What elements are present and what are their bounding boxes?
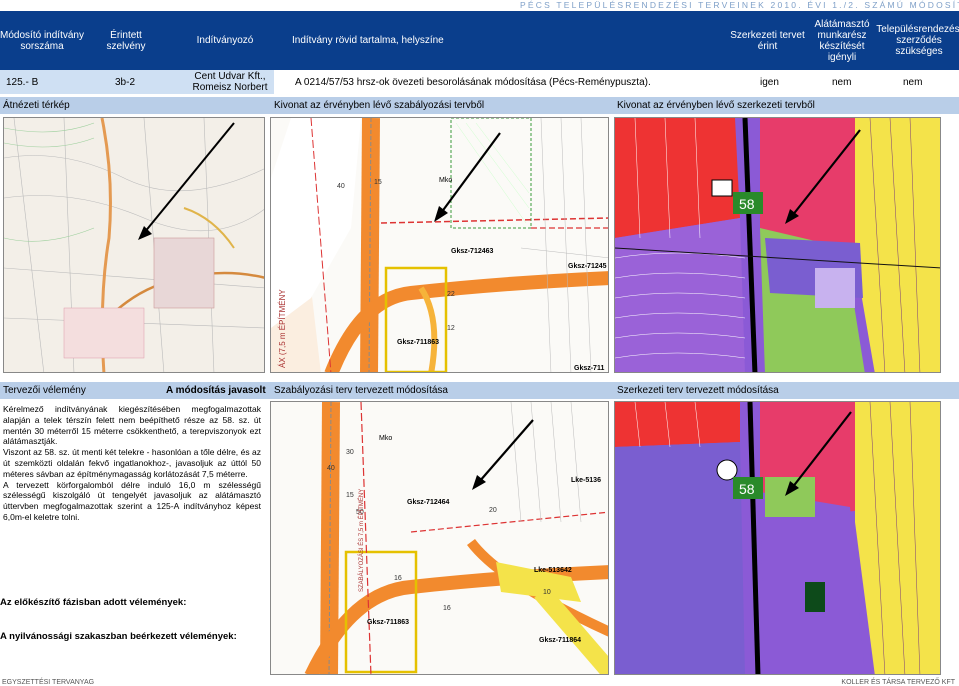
- map-label-gksz3: Gksz-711863: [397, 339, 439, 346]
- p-label-gksz2: Gksz-711863: [367, 619, 409, 626]
- p-label-lke1: Lke-5136: [571, 477, 601, 484]
- row-contract: nem: [903, 76, 923, 88]
- row-content: A 0214/57/53 hrsz-ok övezeti besorolásán…: [295, 76, 651, 88]
- p-label-40: 40: [327, 465, 335, 472]
- header-sheet: Érintett szelvény: [106, 29, 146, 52]
- road-58-label-planned: 58: [739, 481, 755, 497]
- struct-current-map: 58: [614, 117, 941, 373]
- p-label-15: 15: [346, 492, 354, 499]
- footer-left: EGYSZETTÉSI TERVANYAG: [2, 679, 95, 686]
- map-label-15: 15: [374, 179, 382, 186]
- map-vertical-text: ÁX (7,5 m ÉPÍTMÉNY: [278, 289, 287, 368]
- p-label-gksz1: Gksz-712464: [407, 499, 450, 506]
- header-supporting: Alátámasztó munkarész készítését igényli: [814, 18, 870, 63]
- p-label-gksz3: Gksz-711864: [539, 637, 581, 644]
- row-supporting: nem: [832, 76, 852, 88]
- footer-right: KOLLER ÉS TÁRSA TERVEZŐ KFT: [841, 679, 955, 686]
- p-label-16a: 16: [394, 575, 402, 582]
- header-number: Módosító indítvány sorszáma: [0, 29, 84, 52]
- map-label-40: 40: [337, 183, 345, 190]
- row-number: 125.- B: [6, 76, 39, 88]
- struct-planned-map: 58: [614, 401, 941, 675]
- section-reg-current: Kivonat az érvényben lévő szabályozási t…: [274, 100, 485, 111]
- map-label-22: 22: [447, 291, 455, 298]
- p-label-mko: Mko: [379, 435, 392, 442]
- table-header: Módosító indítvány sorszáma Érintett sze…: [0, 11, 959, 70]
- p-label-16b: 16: [443, 605, 451, 612]
- opinion-paragraph-2: Viszont az 58. sz. út menti két telekre …: [3, 447, 261, 479]
- footer: EGYSZETTÉSI TERVANYAG KOLLER ÉS TÁRSA TE…: [0, 679, 959, 686]
- header-content: Indítvány rövid tartalma, helyszíne: [292, 35, 444, 46]
- row-structural: igen: [760, 76, 779, 88]
- map-label-mko: Mko: [439, 177, 452, 184]
- reg-current-map: 40 15 Mko Gksz-712463 Gksz-71245 Gksz-71…: [270, 117, 609, 373]
- map-label-gksz1: Gksz-712463: [451, 248, 494, 255]
- reg-planned-map: 40 30 15 50 Mko Gksz-712464 Lke-5136 20 …: [270, 401, 609, 675]
- prep-opinions-label: Az előkészítő fázisban adott vélemények:: [0, 597, 187, 608]
- map-label-gksz4: Gksz-711: [574, 365, 604, 372]
- map-label-12: 12: [447, 325, 455, 332]
- table-row: 125.- B 3b-2 Cent Udvar Kft., Romeisz No…: [0, 70, 959, 94]
- header-structural: Szerkezeti tervet érint: [730, 29, 805, 52]
- section-overview: Átnézeti térkép: [3, 100, 70, 111]
- p-label-20: 20: [489, 507, 497, 514]
- map-label-gksz2: Gksz-71245: [568, 263, 607, 270]
- section-struct-planned: Szerkezeti terv tervezett módosítása: [617, 385, 779, 396]
- planner-opinion-text: Kérelmező indítványának kiegészítésében …: [3, 404, 261, 523]
- opinion-paragraph-1: Kérelmező indítványának kiegészítésében …: [3, 404, 261, 447]
- header-contract: Településrendezési szerződés szükséges: [876, 24, 959, 57]
- document-title: PÉCS TELEPÜLÉSRENDEZÉSI TERVEINEK 2010. …: [520, 0, 959, 10]
- p-label-10: 10: [543, 589, 551, 596]
- road-58-label: 58: [739, 196, 755, 212]
- p-vertical-text: SZABÁLYOZÁSI ÉS 7,5 m ÉPÍTMÉNY: [358, 489, 365, 592]
- section-proposal: A módosítás javasolt: [166, 385, 266, 396]
- section-bar-planned: Tervezői vélemény A módosítás javasolt S…: [0, 382, 959, 399]
- section-reg-planned: Szabályozási terv tervezett módosítása: [274, 385, 448, 396]
- opinion-paragraph-3: A tervezett körforgalomból délre induló …: [3, 479, 261, 522]
- section-struct-current: Kivonat az érvényben lévő szerkezeti ter…: [617, 100, 815, 111]
- public-opinions-label: A nyilvánossági szakaszban beérkezett vé…: [0, 631, 237, 642]
- p-label-lke2: Lke-513642: [534, 567, 572, 574]
- section-bar-current: Átnézeti térkép Kivonat az érvényben lév…: [0, 97, 959, 114]
- p-label-30: 30: [346, 449, 354, 456]
- header-applicant: Indítványozó: [196, 35, 254, 46]
- section-opinion: Tervezői vélemény: [3, 385, 86, 396]
- overview-map: [3, 117, 265, 373]
- row-sheet: 3b-2: [115, 76, 136, 88]
- row-applicant: Cent Udvar Kft., Romeisz Norbert: [192, 71, 268, 93]
